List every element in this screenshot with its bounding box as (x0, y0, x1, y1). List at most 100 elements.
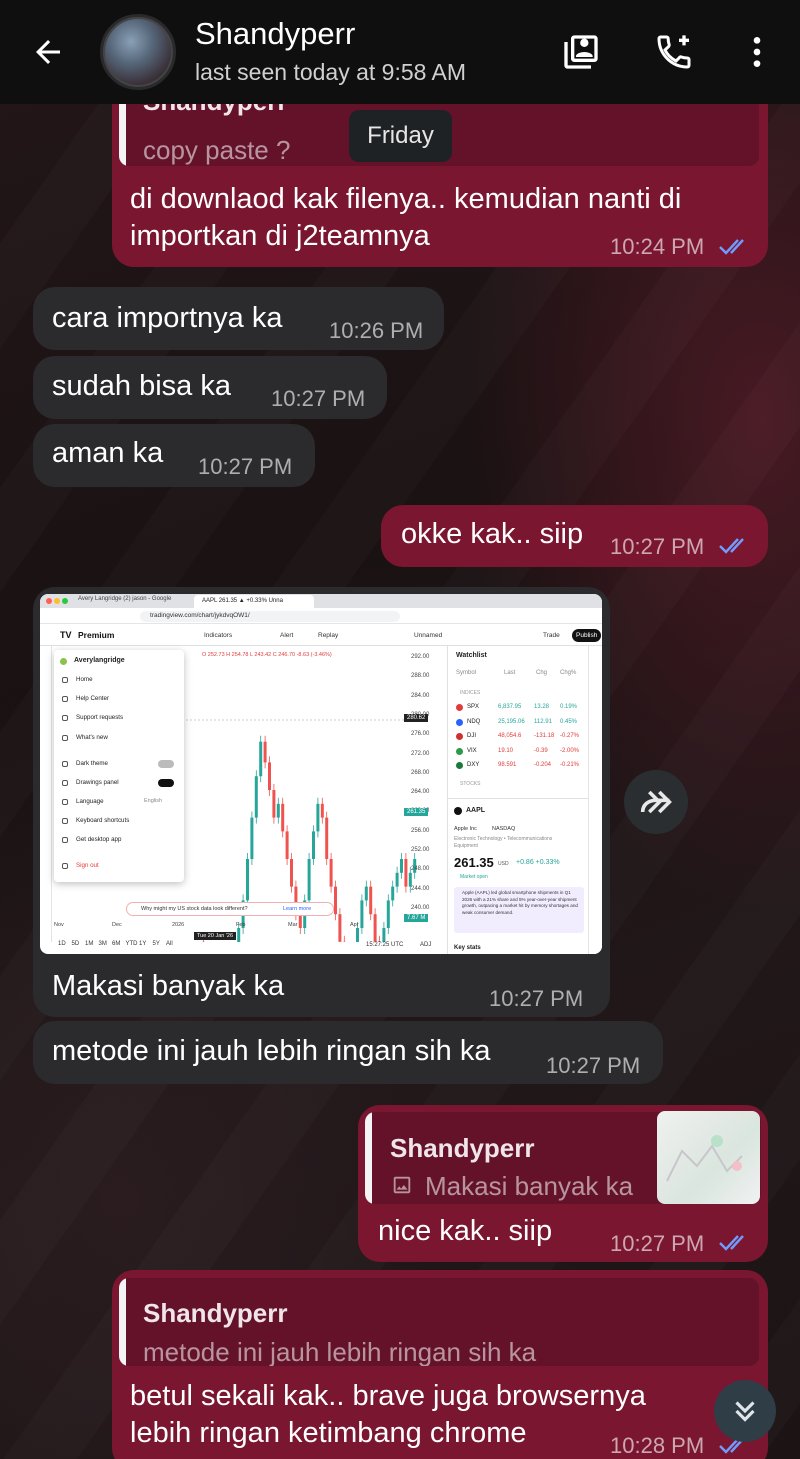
menu-item-icon (62, 677, 68, 683)
wl-header-last: Last (504, 670, 516, 676)
detail-currency: USD (498, 861, 509, 867)
candle-body (369, 886, 373, 915)
wl-change-pct: -0.21% (560, 762, 580, 768)
incoming-message-bubble[interactable]: sudah bisa ka 10:27 PM (33, 356, 387, 419)
last-seen-status: last seen today at 9:58 AM (195, 59, 467, 85)
add-call-icon[interactable] (650, 28, 698, 76)
message-time: 10:27 PM (198, 454, 293, 479)
drawings-panel-toggle (158, 779, 174, 787)
incoming-message-bubble[interactable]: aman ka 10:27 PM (33, 424, 315, 487)
wl-change-pct: 0.45% (560, 718, 578, 725)
key-stats-label: Key stats (454, 945, 481, 951)
wl-change-pct: -2.00% (560, 747, 580, 754)
address-bar: tradingview.com/chart/jykdvqOW1/ (40, 608, 602, 624)
candle-body (400, 859, 403, 873)
price-axis-tick: 276.00 (411, 731, 430, 738)
reply-image-thumbnail[interactable] (657, 1111, 760, 1204)
detail-symbol: AAPL (466, 807, 486, 814)
symbol-badge-icon (456, 762, 463, 769)
candle-body (290, 859, 293, 887)
menu-item: Get desktop app (76, 836, 122, 843)
reply-text: Makasi banyak ka (425, 1171, 634, 1201)
data-notice-banner: Why might my US stock data look differen… (126, 902, 334, 916)
message-text: aman ka (52, 437, 164, 469)
reply-text: metode ini jauh lebih ringan sih ka (143, 1337, 537, 1366)
apple-logo-icon (454, 807, 462, 815)
candle-body (272, 790, 276, 818)
candle-body (259, 741, 263, 777)
crosshair-price-tag: 280.62 (404, 714, 429, 722)
candle-body (276, 803, 280, 818)
candle-body (329, 859, 333, 887)
candle-body (250, 817, 254, 859)
candle-body (263, 741, 267, 763)
candle-body (312, 831, 315, 859)
back-arrow-icon[interactable] (26, 30, 70, 74)
contact-name[interactable]: Shandyperr (195, 16, 355, 52)
candle-body (391, 886, 395, 901)
time-axis-tick: 2026 (172, 922, 185, 928)
menu-item: Support requests (76, 714, 124, 721)
price-axis-tick: 292.00 (411, 654, 430, 660)
price-axis: 292.00288.00284.00280.00276.00272.00268.… (405, 646, 447, 942)
candle-body (268, 762, 271, 790)
adj-toggle: ADJ (420, 942, 432, 948)
outgoing-message-bubble[interactable]: Shandyperr metode ini jauh lebih ringan … (112, 1270, 768, 1459)
language-value: English (144, 798, 163, 804)
candle-body (281, 803, 285, 832)
crosshair-date-tag: Tue 20 Jan '26 (194, 932, 237, 940)
price-axis-tick: 244.00 (411, 885, 430, 892)
menu-item: Help Center (76, 695, 110, 702)
incoming-message-bubble[interactable]: metode ini jauh lebih ringan sih ka 10:2… (33, 1021, 663, 1084)
outgoing-message-bubble[interactable]: okke kak.. siip 10:27 PM (381, 505, 768, 567)
message-time: 10:27 PM (271, 386, 366, 411)
message-text: importkan di j2teamnya (130, 220, 430, 252)
message-time: 10:24 PM (610, 234, 705, 259)
window-max-dot (62, 598, 68, 604)
incoming-message-bubble[interactable]: cara importnya ka 10:26 PM (33, 287, 444, 350)
wl-header-symbol: Symbol (456, 670, 477, 676)
range-option: 1D (58, 941, 66, 947)
forward-icon[interactable] (624, 770, 688, 834)
double-check-icon (719, 1235, 744, 1251)
outgoing-message-bubble[interactable]: Shandyperr copy paste ? di downlaod kak … (112, 80, 768, 267)
reply-author: Shandyperr (390, 1133, 535, 1163)
range-selector: 1D 5D 1M 3M 6M YTD 1Y 5Y All (58, 941, 358, 953)
message-text: nice kak.. siip (378, 1215, 553, 1247)
range-option: YTD (125, 941, 138, 947)
candle-body (246, 859, 249, 901)
symbol-badge-icon (456, 718, 463, 726)
time-axis: Nov Dec 2026 Feb Mar Apr (52, 922, 407, 932)
menu-item-icon (62, 696, 68, 702)
watchlist-title: Watchlist (456, 652, 487, 659)
wl-header-chgpct: Chg% (560, 670, 577, 676)
wl-change: -0.204 (534, 762, 552, 768)
reply-quote-bar (365, 1112, 372, 1204)
contact-avatar[interactable] (100, 14, 176, 90)
range-option: 1Y (139, 941, 147, 947)
tv-logo: TV (60, 630, 72, 640)
message-time: 10:27 PM (546, 1053, 641, 1078)
wl-symbol: SPX (467, 704, 480, 710)
contact-card-icon[interactable] (557, 28, 605, 76)
wl-symbol: VIX (467, 747, 477, 754)
reply-quote-bar (119, 1278, 126, 1366)
chart-toolbar: TV Premium Indicators Alert Replay Unnam… (40, 624, 602, 646)
message-time: 10:27 PM (610, 534, 705, 559)
wl-last: 6,837.95 (498, 704, 522, 710)
detail-sector: Electronic Technology • Telecommunicatio… (454, 836, 553, 849)
url-text: tradingview.com/chart/jykdvqOW1/ (150, 612, 250, 619)
symbol-badge-icon (456, 733, 463, 740)
reply-quote[interactable]: Shandyperr metode ini jauh lebih ringan … (119, 1278, 759, 1366)
browser-tab-bar: Avery Langridge (2) jason - Google AAPL … (40, 594, 602, 608)
scroll-down-icon[interactable] (714, 1380, 776, 1442)
wl-change: -131.18 (534, 733, 555, 739)
more-vert-icon[interactable] (733, 28, 781, 76)
message-text: betul sekali kak.. brave juga browsernya (130, 1380, 646, 1412)
dark-theme-toggle (158, 760, 174, 768)
candle-body (320, 803, 324, 818)
candle-body (325, 817, 329, 859)
range-option: All (166, 941, 173, 947)
browser-tab: Avery Langridge (2) jason - Google (78, 596, 172, 602)
shared-screenshot-image[interactable]: Avery Langridge (2) jason - Google AAPL … (40, 594, 602, 954)
